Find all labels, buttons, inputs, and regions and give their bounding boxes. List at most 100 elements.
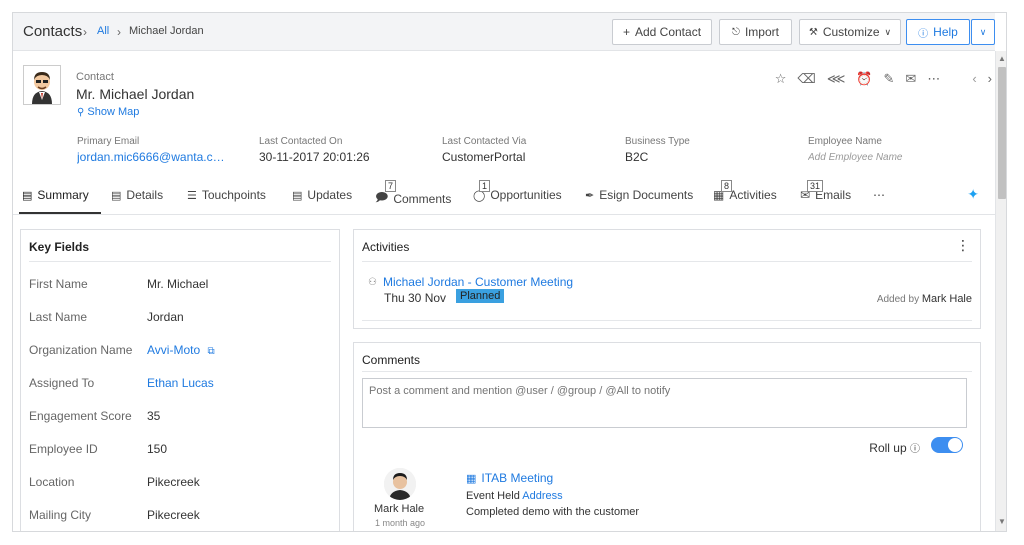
activity-link[interactable]: ⚇ Michael Jordan - Customer Meeting [368,275,573,289]
address-link[interactable]: Address [522,490,562,502]
added-by-label: Added by [876,294,920,305]
breadcrumb-all-link[interactable]: All [97,25,109,37]
alarm-clock-icon[interactable]: ⏰ [856,71,872,87]
scrollbar-thumb[interactable] [998,67,1006,199]
contact-name: Mr. Michael Jordan [76,86,195,102]
touchpoints-icon: ☰ [187,189,197,202]
rollup-label: Roll up ⓘ [869,440,920,455]
key-field-label: Assigned To [29,376,95,390]
tab-label: Esign Documents [599,188,694,202]
twitter-icon[interactable]: ✦ [967,186,979,203]
show-map-link[interactable]: ⚲ Show Map [77,106,139,118]
activity-date: Thu 30 Nov [384,291,447,305]
tab-summary[interactable]: ▤ Summary [22,188,89,202]
help-label: Help [933,25,958,39]
tabs-more-button[interactable]: ⋯ [873,188,885,202]
vertical-scrollbar[interactable]: ▲ ▼ [995,51,1006,531]
key-fields-panel: Key Fields First Name Mr. Michael Last N… [20,229,340,531]
tab-opportunities[interactable]: 1 ◯ Opportunities [473,180,562,202]
tab-label: Activities [729,188,777,202]
map-pin-icon: ⚲ [77,107,85,118]
app-window: Contacts › All › Michael Jordan + Add Co… [12,12,1007,532]
tab-touchpoints[interactable]: ☰ Touchpoints [187,188,266,202]
top-bar: Contacts › All › Michael Jordan + Add Co… [13,13,995,51]
comment-title: ITAB Meeting [481,471,554,485]
key-field-value: Mr. Michael [147,277,209,291]
person-photo-icon [384,468,416,500]
key-field-value: Pikecreek [147,475,200,489]
primary-email-value[interactable]: jordan.mic6666@wanta.co... [77,150,227,164]
scroll-up-arrow-icon[interactable]: ▲ [998,54,1006,63]
show-map-label: Show Map [87,106,140,118]
people-icon: ⚇ [368,276,377,288]
comments-count-badge: 7 [385,180,397,192]
divider [362,320,972,321]
comment-author: Mark Hale [374,503,425,515]
primary-email-label: Primary Email [77,136,140,147]
share-icon[interactable]: ⋘ [827,71,846,87]
signature-pen-icon: ✒ [585,189,595,202]
plus-icon: + [622,25,630,39]
tag-icon[interactable]: ⌫ [797,71,815,87]
tab-label: Updates [307,188,353,202]
tab-esign-documents[interactable]: ✒ Esign Documents [585,188,693,202]
tab-label: Touchpoints [201,188,266,202]
key-field-label: Location [29,475,75,489]
tab-emails[interactable]: 31 ✉ Emails [800,180,851,202]
employee-name-label: Employee Name [808,136,882,147]
add-contact-label: Add Contact [634,25,702,39]
status-badge: Planned [456,289,505,303]
key-field-label: Last Name [29,310,88,324]
chevron-left-icon[interactable]: ‹ [972,71,976,87]
import-label: Import [744,25,779,39]
assigned-to-link[interactable]: Ethan Lucas [147,376,214,390]
wrench-icon: ⚒ [808,26,818,38]
comment-input[interactable] [362,378,967,428]
kebab-menu-icon[interactable]: ⋮ [956,237,970,254]
add-contact-button[interactable]: + Add Contact [612,19,712,45]
tab-label: Details [126,188,164,202]
tab-updates[interactable]: ▤ Updates [292,188,352,202]
chevron-right-icon[interactable]: › [988,71,992,87]
more-horizontal-icon: ⋯ [873,188,885,202]
rollup-toggle[interactable] [931,437,963,453]
key-field-label: Mailing City [29,508,92,522]
comments-panel: Comments Roll up ⓘ Mark Hale 1 month ago… [353,342,981,531]
tab-label: Comments [393,191,452,206]
pencil-icon[interactable]: ✎ [884,71,895,87]
help-dropdown-button[interactable]: ∨ [971,19,995,45]
comment-detail-prefix: Event Held [466,490,520,502]
import-button[interactable]: ⎋ Import [719,19,792,45]
employee-name-value[interactable]: Add Employee Name [808,152,903,163]
business-type-value: B2C [625,150,649,164]
tab-details[interactable]: ▤ Details [111,188,163,202]
emails-count-badge: 31 [807,180,824,192]
comments-title: Comments [362,353,421,367]
list-icon: ▤ [111,189,122,202]
help-button[interactable]: ⓘ Help [906,19,970,45]
envelope-icon[interactable]: ✉ [905,71,916,87]
tab-comments[interactable]: 7 🗩 Comments [375,180,452,209]
comment-body: Completed demo with the customer [466,506,640,518]
activity-title: Michael Jordan - Customer Meeting [382,275,574,289]
help-circle-icon: ⓘ [910,444,920,455]
key-field-value: Avvi-Moto [147,343,201,357]
tab-activities[interactable]: 8 ▦ Activities [713,180,777,202]
key-field-value: Jordan [147,310,184,324]
opportunities-count-badge: 1 [479,180,491,192]
tab-label: Summary [37,188,89,202]
key-field-value: 150 [147,442,168,456]
scroll-down-arrow-icon[interactable]: ▼ [998,517,1006,526]
key-field-label: Employee ID [29,442,98,456]
organization-link[interactable]: Avvi-Moto ⧉ [147,343,215,357]
person-illustration-icon [24,66,60,104]
more-horizontal-icon[interactable]: ⋯ [927,71,940,87]
activities-title: Activities [362,240,410,254]
key-field-value: Pikecreek [147,508,200,522]
comment-detail-line: Event Held Address [466,490,563,502]
customize-button[interactable]: ⚒ Customize ∨ [799,19,901,45]
last-contacted-via-label: Last Contacted Via [442,136,527,147]
help-icon: ⓘ [918,28,929,40]
star-icon[interactable]: ☆ [775,71,787,87]
comment-event-link[interactable]: ▦ ITAB Meeting [466,471,553,485]
